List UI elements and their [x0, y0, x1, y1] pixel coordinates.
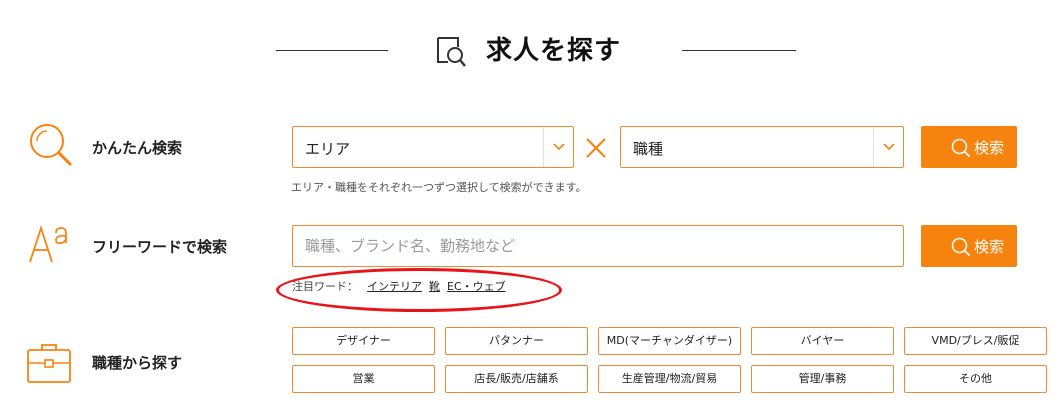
category-button[interactable]: パタンナー [445, 327, 588, 355]
trending-words: 注目ワード： インテリア 靴 EC・ウェブ [292, 278, 506, 294]
easy-search-note: エリア・職種をそれぞれ一つずつ選択して検索ができます。 [291, 181, 587, 194]
trending-word-link[interactable]: EC・ウェブ [447, 278, 506, 294]
easy-search-label: かんたん検索 [92, 139, 183, 157]
font-aa-icon [29, 225, 67, 263]
area-select-value: エリア [305, 140, 351, 158]
category-button[interactable]: 営業 [292, 365, 435, 393]
header-divider-right [682, 50, 796, 51]
job-category-label: 職種から探す [92, 354, 183, 372]
category-button[interactable]: MD(マーチャンダイザー) [598, 327, 741, 355]
search-icon [951, 237, 971, 257]
category-button[interactable]: 管理/事務 [751, 365, 894, 393]
category-button[interactable]: その他 [904, 365, 1047, 393]
trending-word-link[interactable]: 靴 [429, 278, 440, 294]
search-document-icon [437, 37, 466, 67]
job-category-grid: デザイナー パタンナー MD(マーチャンダイザー) バイヤー VMD/プレス/販… [292, 327, 1047, 393]
job-select-dropdown[interactable] [873, 127, 903, 167]
briefcase-icon [27, 344, 71, 383]
area-select[interactable]: エリア [292, 126, 574, 168]
category-button[interactable]: 生産管理/物流/貿易 [598, 365, 741, 393]
freeword-search-button[interactable]: 検索 [921, 225, 1017, 267]
page-title: 求人を探す [486, 36, 622, 66]
freeword-search-button-label: 検索 [974, 238, 1005, 256]
trending-word-link[interactable]: インテリア [367, 278, 422, 294]
magnifier-icon [30, 124, 72, 166]
section-header: 求人を探す [0, 28, 1060, 72]
easy-search-button-label: 検索 [974, 139, 1005, 157]
area-select-dropdown[interactable] [543, 127, 573, 167]
freeword-search-label: フリーワードで検索 [92, 238, 228, 256]
freeword-input[interactable] [292, 225, 904, 267]
job-select[interactable]: 職種 [620, 126, 904, 168]
trending-label: 注目ワード： [292, 280, 358, 293]
chevron-down-icon [883, 143, 895, 151]
category-button[interactable]: 店長/販売/店舗系 [445, 365, 588, 393]
easy-search-button[interactable]: 検索 [921, 126, 1017, 168]
chevron-down-icon [553, 143, 565, 151]
category-button[interactable]: デザイナー [292, 327, 435, 355]
header-divider-left [276, 50, 388, 51]
search-icon [951, 138, 971, 158]
job-select-value: 職種 [633, 140, 664, 158]
category-button[interactable]: バイヤー [751, 327, 894, 355]
times-icon [586, 138, 606, 158]
category-button[interactable]: VMD/プレス/販促 [904, 327, 1047, 355]
